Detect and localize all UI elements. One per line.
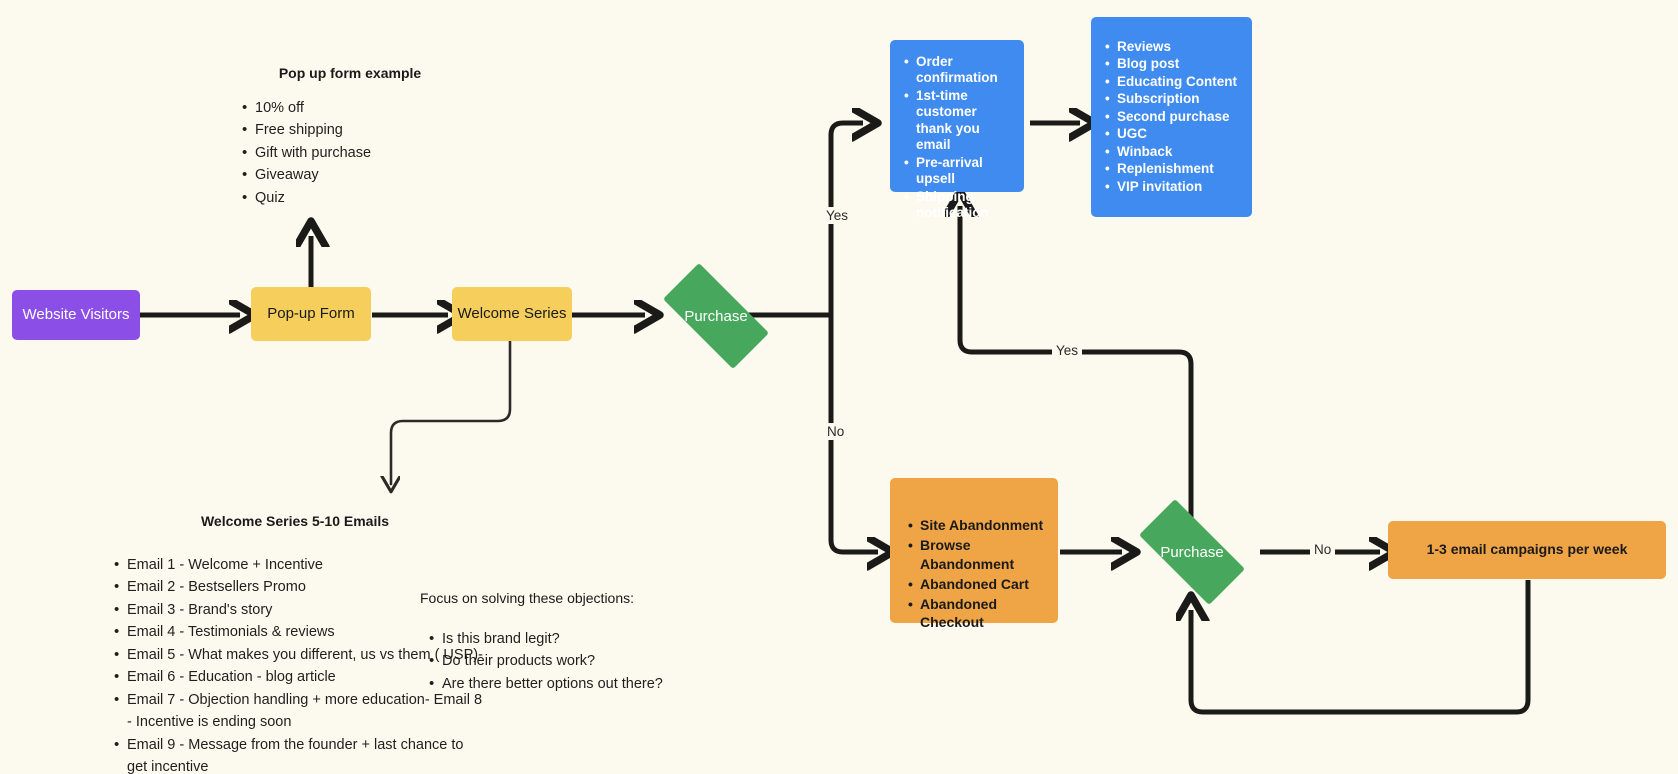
box-post-purchase-flow[interactable]: Order confirmation 1st-time customer tha… (890, 40, 1024, 220)
list-item: Shipping notification (904, 189, 1010, 222)
list-item: Are there better options out there? (429, 672, 720, 696)
list-item: Reviews (1105, 39, 1238, 56)
list-item: Subscription (1105, 91, 1238, 108)
list-item: Email 7 - Objection handling + more educ… (114, 688, 485, 734)
node-website-visitors-label: Website Visitors (22, 305, 130, 323)
annotation-welcome-series-title: Welcome Series 5-10 Emails (200, 513, 390, 529)
node-welcome-series[interactable]: Welcome Series (452, 287, 572, 341)
box-lifecycle-campaigns[interactable]: Reviews Blog post Educating Content Subs… (1091, 17, 1252, 217)
edge-label-no-mid: No (823, 423, 849, 440)
list-item: Browse Abandonment (908, 536, 1044, 574)
list-item: Site Abandonment (908, 516, 1044, 535)
annotation-objections-title: Focus on solving these objections: (420, 590, 635, 606)
list-item: Replenishment (1105, 161, 1238, 178)
list-item: Abandoned Cart (908, 575, 1044, 594)
objections-list: Is this brand legit? Do their products w… (420, 627, 720, 696)
edge-label-yes-top: Yes (822, 207, 853, 224)
edge-label-no-right: No (1310, 541, 1336, 558)
list-item: Do their products work? (429, 649, 720, 673)
list-item: Pre-arrival upsell (904, 155, 1010, 188)
list-item: 1st-time customer thank you email (904, 88, 1010, 154)
decision-purchase-1-label: Purchase (684, 307, 748, 325)
popup-example-list: 10% off Free shipping Gift with purchase… (225, 96, 475, 210)
lifecycle-list: Reviews Blog post Educating Content Subs… (1101, 39, 1238, 196)
annotation-objections: Focus on solving these objections: Is th… (420, 590, 720, 696)
list-item: UGC (1105, 126, 1238, 143)
list-item: Giveaway (242, 163, 475, 187)
list-item: Educating Content (1105, 74, 1238, 91)
decision-purchase-2[interactable]: Purchase (1122, 499, 1262, 605)
list-item: Email 1 - Welcome + Incentive (114, 553, 485, 577)
node-popup-form[interactable]: Pop-up Form (251, 287, 371, 341)
list-item: Order confirmation (904, 54, 1010, 87)
list-item: Abandoned Checkout (908, 595, 1044, 633)
annotation-popup-example: Pop up form example 10% off Free shippin… (225, 65, 475, 210)
node-popup-form-label: Pop-up Form (267, 304, 355, 322)
list-item: Free shipping (242, 118, 475, 142)
decision-purchase-2-label: Purchase (1160, 543, 1224, 561)
post-purchase-list: Order confirmation 1st-time customer tha… (900, 54, 1010, 222)
list-item: VIP invitation (1105, 179, 1238, 196)
node-welcome-series-label: Welcome Series (457, 304, 567, 322)
node-email-campaigns-label: 1-3 email campaigns per week (1426, 541, 1628, 558)
list-item: Blog post (1105, 56, 1238, 73)
abandonment-list: Site Abandonment Browse Abandonment Aban… (904, 516, 1044, 632)
node-email-campaigns[interactable]: 1-3 email campaigns per week (1388, 521, 1666, 579)
list-item: Second purchase (1105, 109, 1238, 126)
box-abandonment-flows[interactable]: Site Abandonment Browse Abandonment Aban… (890, 478, 1058, 630)
decision-purchase-1[interactable]: Purchase (646, 263, 786, 369)
node-website-visitors[interactable]: Website Visitors (12, 290, 140, 340)
list-item: Gift with purchase (242, 141, 475, 165)
list-item: Email 9 - Message from the founder + las… (114, 733, 485, 774)
edge-label-yes-loop: Yes (1052, 342, 1083, 359)
list-item: Winback (1105, 144, 1238, 161)
list-item: Is this brand legit? (429, 627, 720, 651)
flowchart-canvas: Website Visitors Pop-up Form Welcome Ser… (0, 0, 1678, 774)
list-item: Quiz (242, 186, 475, 210)
list-item: 10% off (242, 96, 475, 120)
annotation-popup-example-title: Pop up form example (278, 65, 422, 81)
